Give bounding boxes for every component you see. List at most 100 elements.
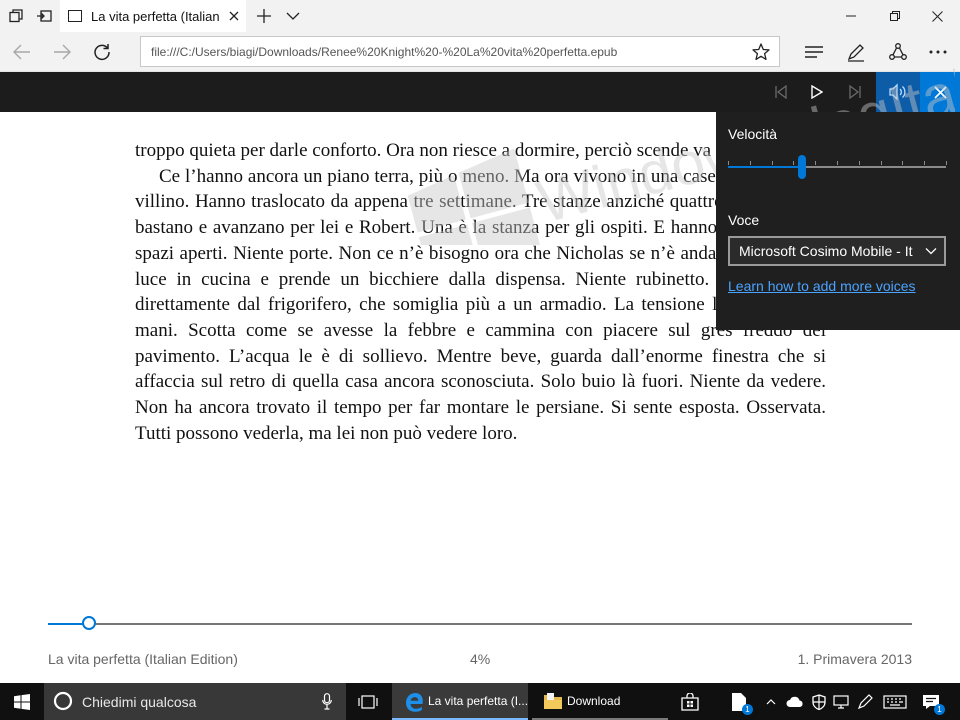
chevron-down-icon bbox=[286, 12, 300, 20]
pen-icon bbox=[847, 44, 864, 62]
cloud-icon bbox=[786, 696, 803, 707]
set-aside-tabs-icon bbox=[9, 9, 23, 23]
tab-close-button[interactable] bbox=[223, 5, 245, 27]
taskbar-edge-app[interactable]: La vita perfetta (I... bbox=[392, 683, 528, 720]
previous-paragraph-button[interactable] bbox=[766, 72, 796, 112]
tab-preview-button[interactable] bbox=[277, 0, 309, 32]
explorer-app-label: Download bbox=[567, 694, 621, 708]
speed-slider-tick bbox=[772, 161, 773, 165]
tray-notification-app[interactable]: 1 bbox=[724, 683, 754, 720]
plus-icon bbox=[257, 9, 271, 23]
refresh-button[interactable] bbox=[82, 34, 122, 70]
speed-slider-tick bbox=[924, 161, 925, 165]
microphone-icon[interactable] bbox=[322, 693, 332, 710]
forward-button[interactable] bbox=[42, 34, 82, 70]
more-icon bbox=[929, 50, 947, 54]
chevron-up-icon bbox=[766, 698, 776, 704]
address-text: file:///C:/Users/biagi/Downloads/Renee%2… bbox=[151, 45, 618, 59]
windows-logo-icon bbox=[14, 693, 30, 710]
defender-button[interactable] bbox=[808, 683, 830, 720]
notification-badge: 1 bbox=[934, 704, 945, 715]
hub-icon bbox=[805, 46, 823, 58]
more-button[interactable] bbox=[918, 34, 958, 70]
close-icon bbox=[229, 11, 239, 21]
voice-settings-button[interactable] bbox=[876, 72, 920, 112]
add-voices-link[interactable]: Learn how to add more voices bbox=[728, 278, 916, 294]
address-bar[interactable]: file:///C:/Users/biagi/Downloads/Renee%2… bbox=[140, 36, 780, 67]
task-view-icon bbox=[358, 694, 378, 709]
skip-back-icon bbox=[775, 85, 787, 99]
favorite-button[interactable] bbox=[749, 40, 773, 64]
hub-button[interactable] bbox=[795, 34, 835, 70]
speed-slider-fill bbox=[728, 166, 803, 168]
close-read-aloud-button[interactable] bbox=[920, 72, 960, 112]
onedrive-button[interactable] bbox=[784, 683, 806, 720]
play-icon bbox=[811, 85, 823, 99]
tab-title: La vita perfetta (Italian E bbox=[91, 8, 219, 24]
reading-view-toolbar bbox=[0, 72, 960, 112]
restore-button[interactable] bbox=[872, 0, 918, 32]
pen-workspace-button[interactable] bbox=[854, 683, 876, 720]
close-icon bbox=[933, 85, 947, 99]
refresh-icon bbox=[94, 44, 110, 61]
speed-slider-tick bbox=[859, 161, 860, 165]
play-button[interactable] bbox=[802, 72, 832, 112]
task-view-button[interactable] bbox=[348, 683, 388, 720]
voice-dropdown[interactable]: Microsoft Cosimo Mobile - It bbox=[728, 236, 946, 266]
navigation-bar: file:///C:/Users/biagi/Downloads/Renee%2… bbox=[0, 32, 960, 72]
tray-chevron[interactable] bbox=[760, 683, 782, 720]
back-button[interactable] bbox=[2, 34, 42, 70]
store-icon bbox=[681, 692, 699, 711]
set-aside-tabs-button[interactable] bbox=[28, 0, 60, 32]
minimize-icon bbox=[846, 15, 856, 17]
speed-slider-tick bbox=[728, 161, 729, 165]
store-button[interactable] bbox=[678, 683, 702, 720]
chevron-down-icon bbox=[925, 248, 937, 255]
speed-slider-tick bbox=[881, 161, 882, 165]
speed-slider[interactable] bbox=[728, 155, 947, 179]
network-icon bbox=[833, 694, 849, 709]
shield-icon bbox=[812, 693, 826, 710]
speed-slider-tick bbox=[902, 161, 903, 165]
edge-icon bbox=[406, 693, 423, 712]
read-aloud-settings-panel: Velocità Voce Microsoft Cosimo Mobile - … bbox=[716, 112, 960, 330]
arrow-left-icon bbox=[13, 44, 30, 60]
close-icon bbox=[931, 10, 943, 22]
tab-strip: La vita perfetta (Italian E bbox=[0, 0, 960, 32]
speed-slider-tick bbox=[750, 161, 751, 165]
speed-slider-tick bbox=[837, 161, 838, 165]
minimize-button[interactable] bbox=[828, 0, 874, 32]
taskbar: Chiedimi qualcosa La vita perfetta (I...… bbox=[0, 683, 960, 720]
web-note-button[interactable] bbox=[836, 34, 876, 70]
arrow-right-icon bbox=[54, 44, 71, 60]
folder-icon bbox=[544, 693, 562, 709]
progress-percentage: 4% bbox=[470, 651, 491, 667]
speed-slider-tick bbox=[815, 161, 816, 165]
action-center-button[interactable]: 1 bbox=[916, 683, 946, 720]
network-button[interactable] bbox=[830, 683, 852, 720]
speed-slider-thumb[interactable] bbox=[798, 155, 807, 179]
active-tab[interactable]: La vita perfetta (Italian E bbox=[60, 0, 246, 32]
next-paragraph-button[interactable] bbox=[840, 72, 870, 112]
cortana-search-box[interactable]: Chiedimi qualcosa bbox=[44, 683, 346, 720]
start-button[interactable] bbox=[0, 683, 44, 720]
tray-badge: 1 bbox=[742, 704, 753, 715]
keyboard-icon bbox=[883, 694, 907, 709]
voice-selected-value: Microsoft Cosimo Mobile - It bbox=[739, 243, 913, 259]
new-tab-button[interactable] bbox=[248, 0, 280, 32]
book-progress-slider[interactable] bbox=[48, 616, 912, 630]
voice-label: Voce bbox=[728, 212, 760, 228]
touch-keyboard-button[interactable] bbox=[878, 683, 912, 720]
speaker-icon bbox=[889, 83, 906, 101]
cortana-icon bbox=[53, 691, 73, 711]
skip-forward-icon bbox=[849, 85, 861, 99]
share-button[interactable] bbox=[878, 34, 918, 70]
restore-icon bbox=[890, 11, 900, 21]
speed-slider-tick bbox=[946, 161, 947, 165]
pen-icon bbox=[857, 693, 873, 709]
taskbar-explorer-app[interactable]: Download bbox=[532, 683, 668, 720]
close-window-button[interactable] bbox=[914, 0, 960, 32]
speed-label: Velocità bbox=[728, 126, 778, 142]
search-placeholder: Chiedimi qualcosa bbox=[82, 694, 197, 710]
book-progress-thumb[interactable] bbox=[82, 616, 97, 630]
